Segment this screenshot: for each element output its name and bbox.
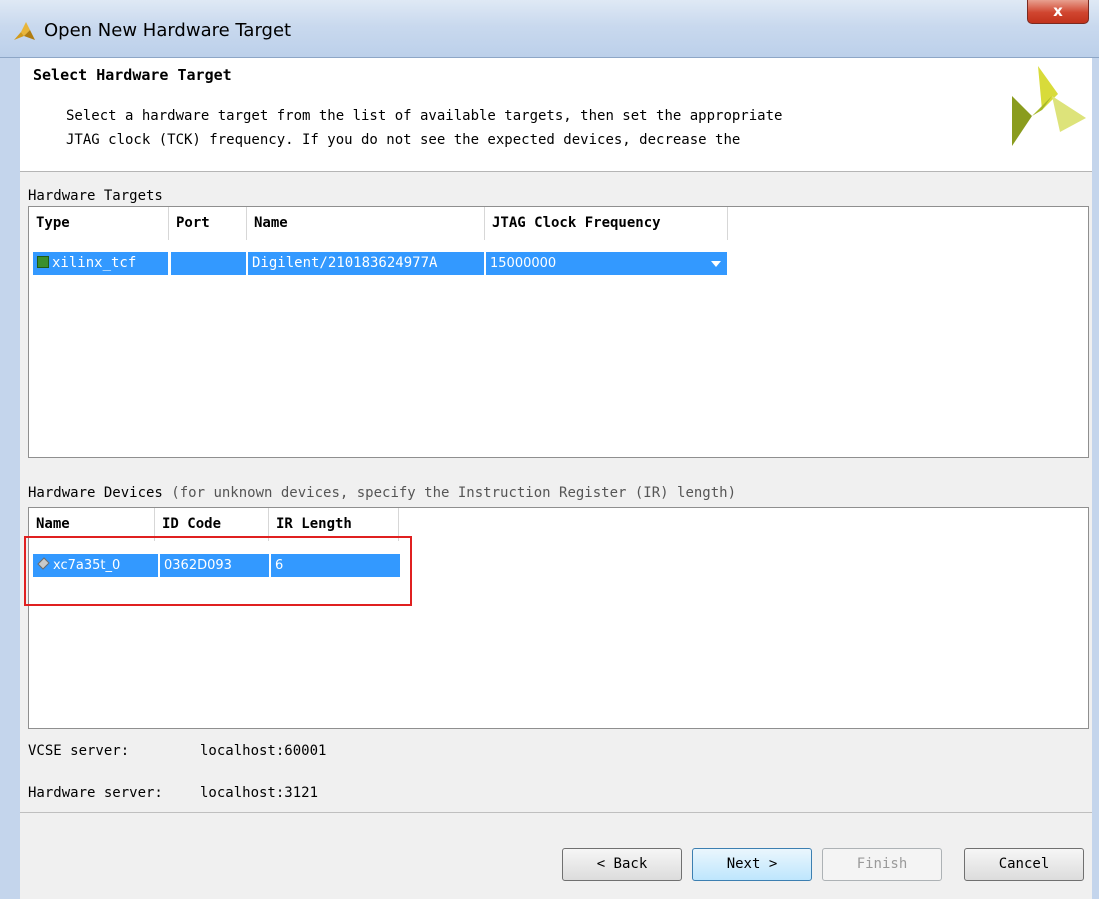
xilinx-logo-icon bbox=[1012, 66, 1086, 146]
next-button[interactable]: Next > bbox=[692, 848, 812, 881]
back-button[interactable]: < Back bbox=[562, 848, 682, 881]
jtag-frequency-value: 15000000 bbox=[490, 256, 557, 271]
vcse-server-value: localhost:60001 bbox=[200, 743, 327, 759]
close-button[interactable]: x bbox=[1027, 0, 1089, 24]
hardware-targets-label: Hardware Targets bbox=[28, 188, 163, 204]
vivado-app-icon bbox=[14, 22, 35, 40]
hardware-devices-label: Hardware Devices (for unknown devices, s… bbox=[28, 485, 736, 501]
hardware-devices-hint: (for unknown devices, specify the Instru… bbox=[171, 485, 737, 501]
chevron-down-icon[interactable] bbox=[711, 261, 721, 267]
vcse-server-row: VCSE server: localhost:60001 bbox=[28, 743, 326, 759]
table-header: Type Port Name JTAG Clock Frequency bbox=[29, 207, 729, 240]
cancel-button[interactable]: Cancel bbox=[964, 848, 1084, 881]
column-jtag-frequency[interactable]: JTAG Clock Frequency bbox=[485, 207, 728, 240]
hardware-server-value: localhost:3121 bbox=[200, 785, 319, 801]
column-type[interactable]: Type bbox=[29, 207, 169, 240]
column-port[interactable]: Port bbox=[169, 207, 247, 240]
wizard-header: Select Hardware Target Select a hardware… bbox=[20, 58, 1092, 172]
window-frame-right bbox=[1092, 58, 1099, 899]
vcse-server-label: VCSE server: bbox=[28, 743, 130, 759]
annotation-highlight bbox=[24, 536, 412, 606]
chip-icon bbox=[37, 256, 49, 268]
title-bar: Open New Hardware Target x bbox=[0, 0, 1099, 58]
hardware-devices-title: Hardware Devices bbox=[28, 485, 163, 501]
wizard-content: Hardware Targets Type Port Name JTAG Clo… bbox=[20, 172, 1092, 899]
window-frame-left bbox=[0, 58, 20, 899]
finish-button[interactable]: Finish bbox=[822, 848, 942, 881]
page-title: Select Hardware Target bbox=[33, 66, 232, 84]
target-type-cell[interactable]: xilinx_tcf bbox=[33, 252, 169, 275]
table-row[interactable]: xilinx_tcf Digilent/210183624977A 150000… bbox=[29, 252, 729, 275]
target-name-cell[interactable]: Digilent/210183624977A bbox=[248, 252, 485, 275]
column-name[interactable]: Name bbox=[247, 207, 485, 240]
hardware-server-row: Hardware server: localhost:3121 bbox=[28, 785, 318, 801]
target-port-cell[interactable] bbox=[171, 252, 247, 275]
hardware-targets-table[interactable]: Type Port Name JTAG Clock Frequency xili… bbox=[28, 206, 1089, 458]
footer-divider bbox=[20, 812, 1092, 813]
hardware-server-label: Hardware server: bbox=[28, 785, 163, 801]
target-type: xilinx_tcf bbox=[52, 255, 137, 271]
window-title: Open New Hardware Target bbox=[44, 20, 292, 41]
jtag-frequency-dropdown[interactable]: 15000000 bbox=[486, 252, 728, 275]
page-description: Select a hardware target from the list o… bbox=[66, 108, 783, 148]
